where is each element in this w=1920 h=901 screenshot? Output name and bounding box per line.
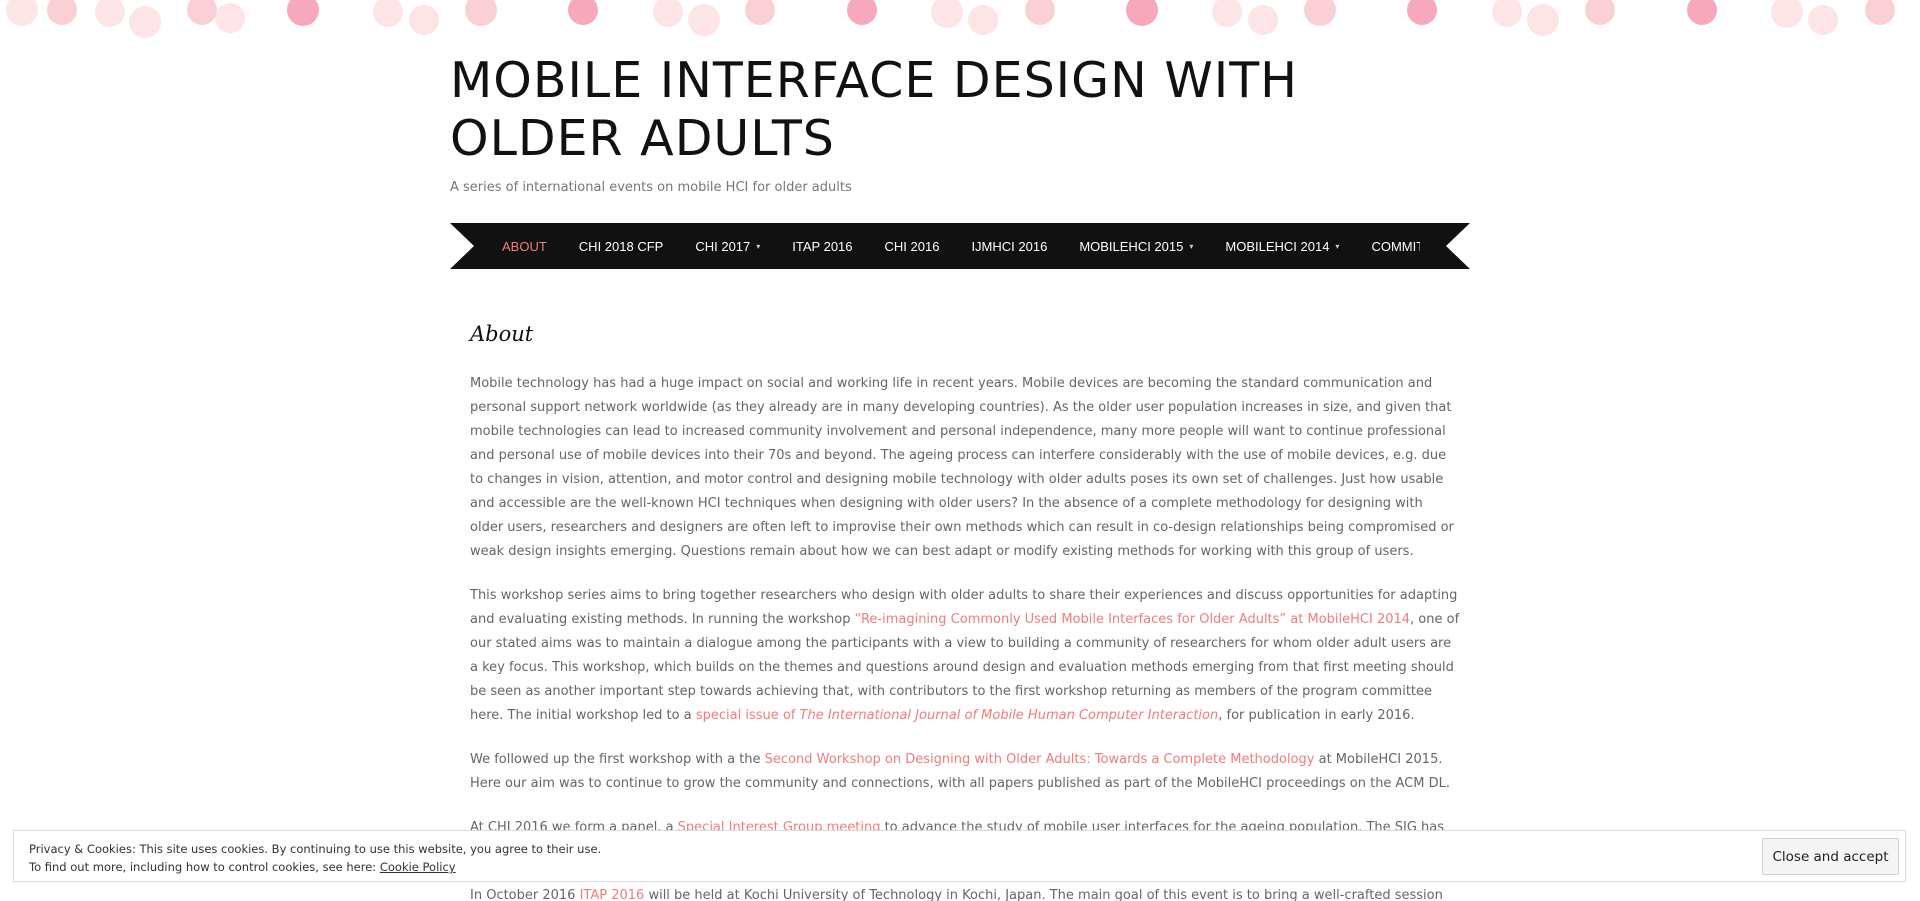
- page-content: About Mobile technology has had a huge i…: [470, 322, 1460, 901]
- decorative-dot: [1527, 4, 1559, 36]
- link-special-issue[interactable]: special issue of: [696, 708, 800, 723]
- paragraph-workshop-series: This workshop series aims to bring toget…: [470, 584, 1460, 728]
- nav-item-label: CHI 2018 CFP: [578, 238, 664, 254]
- decorative-dot: [1492, 0, 1522, 27]
- nav-item-mobilehci-2014[interactable]: MOBILEHCI 2014 ▾: [1225, 239, 1339, 254]
- decorative-dot: [568, 0, 598, 25]
- decorative-dot: [653, 0, 683, 27]
- decorative-dot: [745, 0, 775, 25]
- cookie-notice-line1: Privacy & Cookies: This site uses cookie…: [29, 842, 602, 856]
- paragraph-second-workshop: We followed up the first workshop with a…: [470, 748, 1460, 796]
- decorative-dot: [1304, 0, 1336, 26]
- decorative-dots-header: [0, 0, 1920, 46]
- site-header: MOBILE INTERFACE DESIGN WITH OLDER ADULT…: [450, 52, 1470, 195]
- decorative-dot: [688, 4, 720, 36]
- nav-item-mobilehci-2015[interactable]: MOBILEHCI 2015 ▾: [1079, 239, 1193, 254]
- paragraph-itap-2016: In October 2016 ITAP 2016 will be held a…: [470, 884, 1460, 901]
- nav-item-chi-2016[interactable]: CHI 2016: [885, 239, 940, 254]
- decorative-dot: [1212, 0, 1242, 27]
- decorative-dot: [1126, 0, 1158, 26]
- text: , for publication in early 2016.: [1218, 708, 1415, 723]
- decorative-dot: [373, 0, 403, 27]
- link-ijmhci-journal[interactable]: The International Journal of Mobile Huma…: [800, 708, 1219, 723]
- nav-item-label: COMMIT: [1371, 238, 1420, 254]
- close-and-accept-button[interactable]: Close and accept: [1762, 838, 1899, 875]
- nav-item-label: ITAP 2016: [792, 238, 853, 254]
- decorative-dot: [287, 0, 319, 26]
- cookie-notice-line2: To find out more, including how to contr…: [29, 858, 601, 876]
- decorative-dot: [1865, 0, 1895, 25]
- nav-menu: ABOUT CHI 2018 CFP CHI 2017 ▾ ITAP 2016 CHI 2…: [502, 239, 1420, 254]
- nav-item-commit[interactable]: COMMIT: [1371, 239, 1420, 254]
- nav-item-label: CHI 2016: [884, 238, 940, 254]
- text: We followed up the first workshop with a…: [470, 752, 765, 767]
- site-description: A series of international events on mobi…: [450, 180, 852, 195]
- decorative-dot: [6, 0, 38, 26]
- nav-item-label: MOBILEHCI 2015: [1079, 238, 1184, 254]
- decorative-dot: [215, 3, 245, 33]
- nav-item-label: ABOUT: [502, 238, 547, 254]
- decorative-dot: [95, 0, 125, 27]
- chevron-down-icon: ▾: [1189, 241, 1194, 251]
- nav-item-itap-2016[interactable]: ITAP 2016: [792, 239, 852, 254]
- nav-item-label: IJMHCI 2016: [971, 238, 1048, 254]
- link-second-workshop[interactable]: Second Workshop on Designing with Older …: [765, 752, 1315, 767]
- paragraph-intro: Mobile technology has had a huge impact …: [470, 376, 1454, 559]
- chevron-down-icon: ▾: [756, 241, 761, 251]
- chevron-down-icon: ▾: [1335, 241, 1340, 251]
- page-title: About: [470, 322, 534, 346]
- cookie-banner: Privacy & Cookies: This site uses cookie…: [13, 830, 1906, 882]
- decorative-dot: [968, 5, 998, 35]
- cookie-policy-link[interactable]: Cookie Policy: [380, 860, 456, 874]
- decorative-dot: [187, 0, 217, 25]
- nav-item-label: MOBILEHCI 2014: [1225, 238, 1330, 254]
- decorative-dot: [1808, 5, 1838, 35]
- nav-item-label: CHI 2017: [695, 238, 751, 254]
- link-itap-2016[interactable]: ITAP 2016: [580, 888, 645, 901]
- decorative-dot: [1407, 0, 1437, 25]
- decorative-dot: [1025, 0, 1055, 25]
- decorative-dot: [47, 0, 77, 25]
- cookie-notice-line2-text: To find out more, including how to contr…: [29, 860, 380, 874]
- nav-item-chi-2017[interactable]: CHI 2017 ▾: [695, 239, 760, 254]
- decorative-dot: [465, 0, 497, 26]
- nav-item-chi-2018-cfp[interactable]: CHI 2018 CFP: [579, 239, 664, 254]
- link-mobilehci-2014-workshop[interactable]: “Re-imagining Commonly Used Mobile Inter…: [855, 612, 1410, 627]
- decorative-dot: [1585, 0, 1615, 25]
- decorative-dot: [409, 5, 439, 35]
- cookie-notice-text: Privacy & Cookies: This site uses cookie…: [29, 840, 601, 876]
- main-navigation: ABOUT CHI 2018 CFP CHI 2017 ▾ ITAP 2016 CHI 2…: [450, 223, 1470, 269]
- text: , one of our stated aims was to maintain…: [470, 612, 1460, 723]
- decorative-dot: [1248, 5, 1278, 35]
- decorative-dot: [129, 6, 161, 38]
- decorative-dot: [931, 0, 963, 28]
- text: will be held at Kochi University of Tech…: [644, 888, 1443, 901]
- site-title[interactable]: MOBILE INTERFACE DESIGN WITH OLDER ADULT…: [450, 52, 1470, 168]
- text: In October 2016: [470, 888, 580, 901]
- decorative-dot: [1687, 0, 1717, 25]
- decorative-dot: [1771, 0, 1803, 28]
- nav-item-about[interactable]: ABOUT: [502, 239, 547, 254]
- decorative-dot: [847, 0, 877, 25]
- nav-item-ijmhci-2016[interactable]: IJMHCI 2016: [971, 239, 1047, 254]
